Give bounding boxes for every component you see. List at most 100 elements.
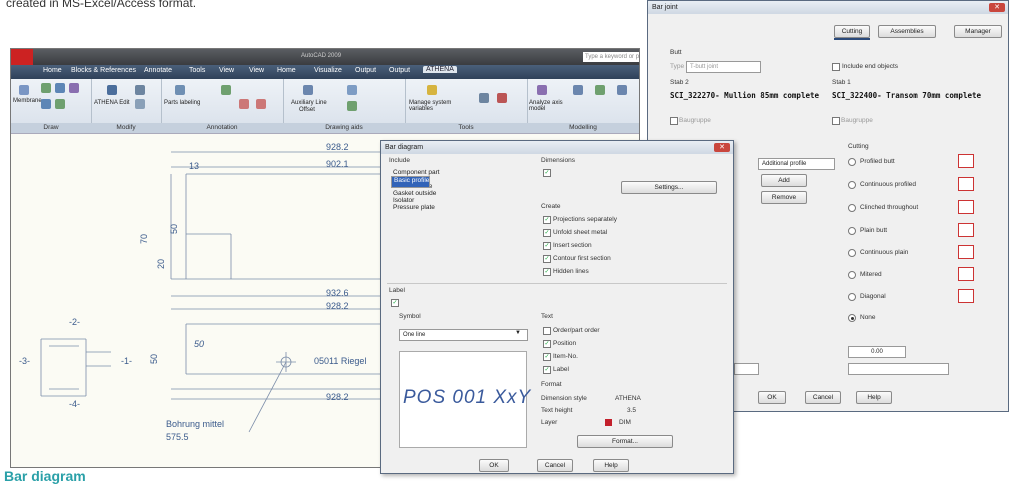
parts-labeling-icon[interactable] xyxy=(175,85,185,95)
value-input[interactable]: 0.00 xyxy=(848,346,906,358)
tab-output-2[interactable]: Output xyxy=(389,67,410,74)
annotation-tool-icon[interactable] xyxy=(221,85,231,95)
auxiliary-line-icon[interactable] xyxy=(303,85,313,95)
bar-joint-ok-button[interactable]: OK xyxy=(758,391,786,404)
settings-button[interactable]: Settings... xyxy=(621,181,717,194)
type-select[interactable]: T-butt joint xyxy=(686,61,761,73)
draw-tool-5-icon[interactable] xyxy=(55,99,65,109)
value-select[interactable] xyxy=(848,363,949,375)
label-text-checkbox[interactable]: ✓ xyxy=(543,366,551,374)
tab-view-2[interactable]: View xyxy=(249,67,264,74)
baugruppe-checkbox[interactable] xyxy=(670,117,678,125)
bar-diagram-dialog: Bar diagram ✕ Include Component part Bas… xyxy=(380,140,734,474)
radio-clinched-throughout[interactable] xyxy=(848,204,856,212)
bar-joint-close-icon[interactable]: ✕ xyxy=(989,3,1005,12)
tools-icon[interactable] xyxy=(479,93,489,103)
annotation-tool-2-icon[interactable] xyxy=(239,99,249,109)
radio-diagonal[interactable] xyxy=(848,293,856,301)
tab-cutting[interactable]: Cutting xyxy=(834,25,870,38)
tab-tools[interactable]: Tools xyxy=(189,67,205,74)
symbol-select[interactable]: One line xyxy=(399,329,528,341)
draw-tool-3-icon[interactable] xyxy=(69,83,79,93)
item-no-checkbox[interactable]: ✓ xyxy=(543,353,551,361)
ribbon-tabs: Home Blocks & References Annotate Tools … xyxy=(11,65,639,79)
continuous-plain-icon xyxy=(958,245,974,259)
panel-modelling-label: Modelling xyxy=(527,123,639,133)
symbol-select-arrow-icon[interactable]: ▼ xyxy=(515,330,521,336)
radio-profiled-butt[interactable] xyxy=(848,158,856,166)
hidden-lines-checkbox[interactable]: ✓ xyxy=(543,268,551,276)
dim-20: 20 xyxy=(156,258,167,270)
tab-visualize[interactable]: Visualize xyxy=(314,67,342,74)
manage-system-variables-icon[interactable] xyxy=(427,85,437,95)
insert-section-checkbox[interactable]: ✓ xyxy=(543,242,551,250)
radio-continuous-profiled[interactable] xyxy=(848,181,856,189)
radio-plain-butt[interactable] xyxy=(848,227,856,235)
dimensions-checkbox[interactable]: ✓ xyxy=(543,169,551,177)
include-list[interactable]: Component part Basic profile Cover Gaske… xyxy=(391,169,489,269)
contour-first-section-checkbox[interactable]: ✓ xyxy=(543,255,551,263)
baugruppe-2-label: Baugruppe xyxy=(841,117,873,124)
add-button[interactable]: Add xyxy=(761,174,807,187)
tab-assemblies[interactable]: Assemblies xyxy=(878,25,936,38)
format-button[interactable]: Format... xyxy=(577,435,673,448)
list-item[interactable]: Pressure plate xyxy=(391,204,489,211)
athena-edit-icon[interactable] xyxy=(107,85,117,95)
order-part-order-checkbox[interactable] xyxy=(543,327,551,335)
clinched-throughout-icon xyxy=(958,200,974,214)
annotation-tool-3-icon[interactable] xyxy=(256,99,266,109)
format-label: Format xyxy=(541,381,562,388)
list-item[interactable]: Isolator xyxy=(391,197,489,204)
bar-diagram-close-icon[interactable]: ✕ xyxy=(714,143,730,152)
analyze-axis-model-icon[interactable] xyxy=(537,85,547,95)
list-item[interactable]: Component part xyxy=(391,169,489,176)
bar-joint-cancel-button[interactable]: Cancel xyxy=(805,391,841,404)
radio-none[interactable] xyxy=(848,314,856,322)
bar-joint-help-button[interactable]: Help xyxy=(856,391,892,404)
drawing-aid-icon[interactable] xyxy=(347,85,357,95)
modelling-tool-icon[interactable] xyxy=(573,85,583,95)
tab-view[interactable]: View xyxy=(219,67,234,74)
drawing-aid-2-icon[interactable] xyxy=(347,101,357,111)
bar-diagram-help-button[interactable]: Help xyxy=(593,459,629,472)
mitered-label: Mitered xyxy=(860,271,882,278)
draw-tool-icon[interactable] xyxy=(41,83,51,93)
draw-tool-4-icon[interactable] xyxy=(41,99,51,109)
dim-50-c: 50 xyxy=(194,339,205,349)
dim-902-1: 902.1 xyxy=(326,159,349,169)
tab-athena[interactable]: ATHENA xyxy=(423,66,457,73)
bar-diagram-ok-button[interactable]: OK xyxy=(479,459,509,472)
radio-mitered[interactable] xyxy=(848,271,856,279)
additional-profile-select[interactable]: Additional profile xyxy=(758,158,835,170)
modelling-tool-2-icon[interactable] xyxy=(595,85,605,95)
left-select[interactable] xyxy=(734,363,759,375)
list-item[interactable]: Basic profile xyxy=(391,176,431,188)
tools-2-icon[interactable] xyxy=(497,93,507,103)
text-height-value: 3.5 xyxy=(627,407,637,414)
bar-diagram-cancel-button[interactable]: Cancel xyxy=(537,459,573,472)
marker-4: -4- xyxy=(69,399,80,409)
tab-manager[interactable]: Manager xyxy=(954,25,1002,38)
radio-continuous-plain[interactable] xyxy=(848,249,856,257)
tab-annotate[interactable]: Annotate xyxy=(144,67,172,74)
tab-output[interactable]: Output xyxy=(355,67,376,74)
modify-tool-icon[interactable] xyxy=(135,85,145,95)
modelling-tool-3-icon[interactable] xyxy=(617,85,627,95)
tab-blocks-references[interactable]: Blocks & References xyxy=(71,67,136,74)
membrane-icon[interactable] xyxy=(19,85,29,95)
layer-color-swatch[interactable] xyxy=(605,419,612,426)
position-checkbox[interactable]: ✓ xyxy=(543,340,551,348)
unfold-sheet-metal-checkbox[interactable]: ✓ xyxy=(543,229,551,237)
tab-home-2[interactable]: Home xyxy=(277,67,296,74)
remove-button[interactable]: Remove xyxy=(761,191,807,204)
label-checkbox[interactable]: ✓ xyxy=(391,299,399,307)
text-label: Text xyxy=(541,313,553,320)
search-input[interactable]: Type a keyword or phrase xyxy=(583,52,639,62)
baugruppe-2-checkbox[interactable] xyxy=(832,117,840,125)
projections-separately-checkbox[interactable]: ✓ xyxy=(543,216,551,224)
list-item[interactable]: Gasket outside xyxy=(391,190,489,197)
include-end-objects-checkbox[interactable] xyxy=(832,63,840,71)
modify-tool-2-icon[interactable] xyxy=(135,99,145,109)
draw-tool-2-icon[interactable] xyxy=(55,83,65,93)
tab-home[interactable]: Home xyxy=(43,67,62,74)
